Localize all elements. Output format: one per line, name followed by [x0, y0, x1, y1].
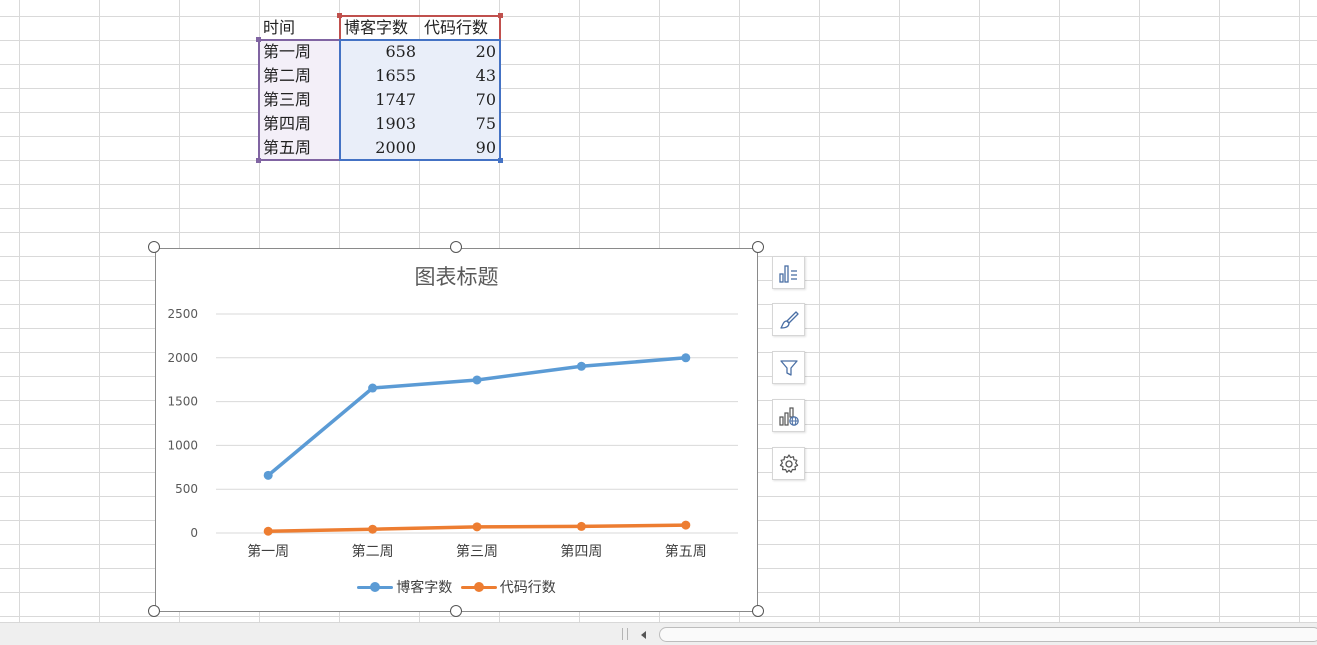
x-tick-label: 第一周 [247, 543, 289, 560]
week-cell[interactable]: 第二周 [259, 64, 339, 88]
range-resize-handle[interactable] [498, 13, 503, 18]
y-tick-label: 1000 [167, 438, 198, 452]
line-chart[interactable]: 图表标题 0 500 1000 1500 2000 2500 第一周 第二周 第三周 第四周 第五周… [155, 248, 758, 612]
scroll-left-button[interactable] [634, 627, 654, 642]
legend-line-swatch [357, 580, 394, 594]
filter-icon [779, 359, 798, 376]
blog-chars-cell[interactable]: 2000 [340, 136, 420, 160]
data-point [472, 375, 482, 385]
chart-globe-icon [778, 406, 799, 426]
data-point [576, 361, 586, 371]
chart-resize-handle-bottom-right[interactable] [752, 605, 764, 617]
data-point [263, 526, 273, 536]
brush-icon [779, 310, 799, 329]
header-cell-time[interactable]: 时间 [259, 16, 339, 40]
week-cell[interactable]: 第四周 [259, 112, 339, 136]
x-tick-label: 第三周 [456, 543, 498, 560]
code-lines-cell[interactable]: 90 [420, 136, 500, 160]
split-handle[interactable] [622, 628, 628, 640]
data-point [472, 522, 482, 532]
data-point [681, 520, 691, 530]
code-lines-cell[interactable]: 75 [420, 112, 500, 136]
x-tick-label: 第五周 [665, 543, 707, 560]
plot-area[interactable]: 0 500 1000 1500 2000 2500 第一周 第二周 第三周 第四周 第五周 [156, 249, 757, 611]
code-lines-cell[interactable]: 43 [420, 64, 500, 88]
blog-chars-cell[interactable]: 1747 [340, 88, 420, 112]
status-bar [0, 622, 1317, 645]
chart-resize-handle-top[interactable] [450, 241, 462, 253]
legend-item-code-lines[interactable]: 代码行数 [460, 577, 556, 597]
header-cell-blog-chars[interactable]: 博客字数 [340, 16, 420, 40]
online-chart-button[interactable] [772, 399, 805, 432]
range-resize-handle[interactable] [337, 13, 342, 18]
y-tick-label: 2500 [167, 307, 198, 321]
chart-filter-button[interactable] [772, 351, 805, 384]
data-point [263, 470, 273, 480]
legend-label: 代码行数 [499, 580, 556, 596]
y-tick-label: 2000 [167, 351, 198, 365]
range-resize-handle[interactable] [256, 37, 261, 42]
legend-line-swatch [460, 580, 497, 594]
chart-settings-button[interactable] [772, 447, 805, 480]
blog-chars-cell[interactable]: 1903 [340, 112, 420, 136]
horizontal-scrollbar-thumb[interactable] [659, 627, 1317, 642]
chart-elements-icon [778, 264, 797, 283]
blog-chars-cell[interactable]: 658 [340, 40, 420, 64]
x-tick-label: 第二周 [352, 543, 394, 560]
chart-elements-button[interactable] [772, 256, 805, 289]
header-cell-code-lines[interactable]: 代码行数 [420, 16, 500, 40]
chart-resize-handle-bottom[interactable] [450, 605, 462, 617]
chart-legend[interactable]: 博客字数 代码行数 [156, 577, 757, 598]
code-lines-cell[interactable]: 70 [420, 88, 500, 112]
y-tick-label: 1500 [167, 395, 198, 409]
legend-item-blog-chars[interactable]: 博客字数 [357, 577, 452, 597]
chart-resize-handle-top-left[interactable] [148, 241, 160, 253]
week-cell[interactable]: 第一周 [259, 40, 339, 64]
data-point [368, 383, 378, 393]
blog-chars-cell[interactable]: 1655 [340, 64, 420, 88]
y-tick-label: 500 [175, 482, 198, 496]
legend-label: 博客字数 [396, 580, 453, 596]
data-point [681, 353, 691, 363]
chart-styles-button[interactable] [772, 303, 805, 336]
x-tick-label: 第四周 [560, 543, 602, 560]
code-lines-cell[interactable]: 20 [420, 40, 500, 64]
data-point [576, 521, 586, 531]
chart-resize-handle-top-right[interactable] [752, 241, 764, 253]
chart-resize-handle-bottom-left[interactable] [148, 605, 160, 617]
range-resize-handle[interactable] [498, 158, 503, 163]
week-cell[interactable]: 第三周 [259, 88, 339, 112]
week-cell[interactable]: 第五周 [259, 136, 339, 160]
caret-left-icon [641, 630, 646, 639]
y-tick-label: 0 [190, 526, 198, 540]
range-resize-handle[interactable] [256, 158, 261, 163]
series-line-1 [266, 356, 688, 478]
gear-icon [779, 453, 798, 473]
data-point [368, 524, 378, 534]
